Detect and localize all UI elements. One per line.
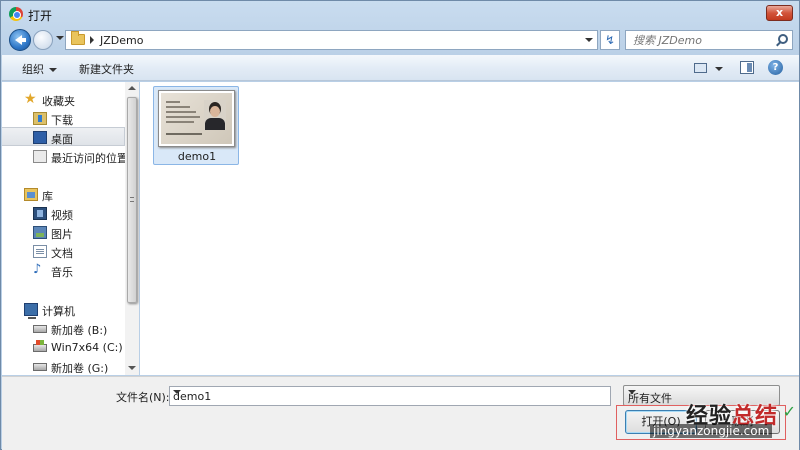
nav-item-pictures[interactable]: 图片 (2, 223, 125, 242)
music-icon: ♪ (33, 262, 42, 277)
video-icon (33, 207, 47, 220)
nav-item-label: Win7x64 (C:) (51, 341, 123, 354)
organize-button[interactable]: 组织 (22, 61, 57, 77)
drive-icon (33, 325, 47, 333)
breadcrumb-arrow-icon[interactable] (90, 36, 94, 44)
nav-group-label: 收藏夹 (42, 95, 75, 108)
file-item[interactable]: demo1 (153, 86, 239, 165)
forward-button[interactable] (33, 30, 53, 50)
address-dropdown-icon[interactable] (585, 38, 593, 42)
command-toolbar: 组织 新建文件夹 ? (2, 55, 799, 81)
nav-item-label: 新加卷 (B:) (51, 324, 108, 337)
id-card-image (161, 93, 232, 144)
document-icon (33, 245, 47, 258)
star-icon: ★ (24, 91, 37, 107)
address-bar[interactable]: JZDemo (65, 30, 598, 50)
window-title: 打开 (28, 9, 53, 23)
search-icon[interactable] (778, 34, 788, 44)
navigation-pane: ★ 收藏夹 下载 桌面 最近访问的位置 库 视频 图片 文档 ♪ 音乐 计算机 … (2, 82, 139, 375)
filename-field[interactable]: demo1 (169, 386, 611, 406)
nav-item-drive-g[interactable]: 新加卷 (G:) (2, 357, 125, 376)
scrollbar-thumb[interactable] (127, 97, 137, 303)
library-icon (24, 188, 38, 201)
download-icon (33, 112, 47, 125)
title-bar: 打开 x (1, 1, 799, 27)
open-file-dialog: 打开 x JZDemo ↯ 组织 新建文件夹 ? ★ 收藏夹 (0, 0, 800, 450)
folder-icon (71, 31, 85, 45)
chrome-app-icon (9, 7, 23, 21)
chevron-down-icon[interactable] (173, 390, 181, 394)
nav-item-label: 最近访问的位置 (51, 152, 128, 165)
address-row: JZDemo ↯ (1, 27, 799, 55)
refresh-button[interactable]: ↯ (600, 30, 620, 50)
nav-item-label: 新加卷 (G:) (51, 362, 109, 375)
search-box[interactable] (625, 30, 793, 50)
view-dropdown-icon[interactable] (715, 67, 723, 71)
chevron-down-icon (49, 68, 57, 72)
picture-icon (33, 226, 47, 239)
breadcrumb-jzdemo[interactable]: JZDemo (100, 34, 143, 47)
nav-item-music[interactable]: ♪ 音乐 (2, 261, 125, 280)
scroll-up-icon[interactable] (128, 86, 136, 90)
nav-group-label: 库 (42, 190, 53, 203)
computer-icon (24, 303, 38, 319)
nav-item-desktop[interactable]: 桌面 (2, 127, 125, 146)
nav-item-label: 视频 (51, 209, 73, 222)
chevron-down-icon[interactable] (628, 390, 636, 394)
nav-item-videos[interactable]: 视频 (2, 204, 125, 223)
view-options-icon[interactable] (694, 63, 707, 73)
nav-item-label: 下载 (51, 114, 73, 127)
file-thumbnail (158, 90, 235, 147)
close-button[interactable]: x (766, 5, 793, 21)
recent-places-icon (33, 150, 47, 163)
file-name: demo1 (177, 150, 217, 163)
file-type-select[interactable]: 所有文件 (623, 385, 780, 406)
nav-item-label: 图片 (51, 228, 73, 241)
nav-group-label: 计算机 (42, 305, 75, 318)
nav-item-downloads[interactable]: 下载 (2, 109, 125, 128)
back-button[interactable] (9, 29, 31, 51)
nav-item-drive-b[interactable]: 新加卷 (B:) (2, 319, 125, 338)
history-dropdown-icon[interactable] (56, 36, 64, 40)
nav-item-recent-places[interactable]: 最近访问的位置 (2, 147, 128, 166)
dialog-footer: 文件名(N): demo1 所有文件 打开(O) 取消 (2, 376, 799, 450)
scroll-grip-icon (130, 197, 134, 202)
preview-pane-icon[interactable] (740, 61, 754, 74)
nav-favorites[interactable]: ★ 收藏夹 (2, 90, 125, 109)
drive-icon (33, 363, 47, 371)
new-folder-button[interactable]: 新建文件夹 (79, 61, 134, 77)
search-input[interactable] (626, 31, 771, 49)
file-list: demo1 (140, 82, 799, 375)
organize-label: 组织 (22, 63, 44, 76)
nav-item-documents[interactable]: 文档 (2, 242, 125, 261)
nav-libraries[interactable]: 库 (2, 185, 125, 204)
nav-item-label: 音乐 (51, 266, 73, 279)
scroll-down-icon[interactable] (128, 366, 136, 370)
nav-computer[interactable]: 计算机 (2, 300, 125, 319)
highlight-box (616, 405, 786, 440)
help-icon[interactable]: ? (768, 60, 783, 75)
desktop-icon (33, 131, 47, 144)
nav-scrollbar[interactable] (125, 82, 139, 375)
filename-label: 文件名(N): (116, 391, 170, 404)
nav-item-label: 桌面 (51, 133, 73, 146)
nav-item-drive-c[interactable]: Win7x64 (C:) (2, 338, 125, 357)
windows-drive-icon (33, 340, 47, 352)
nav-item-label: 文档 (51, 247, 73, 260)
